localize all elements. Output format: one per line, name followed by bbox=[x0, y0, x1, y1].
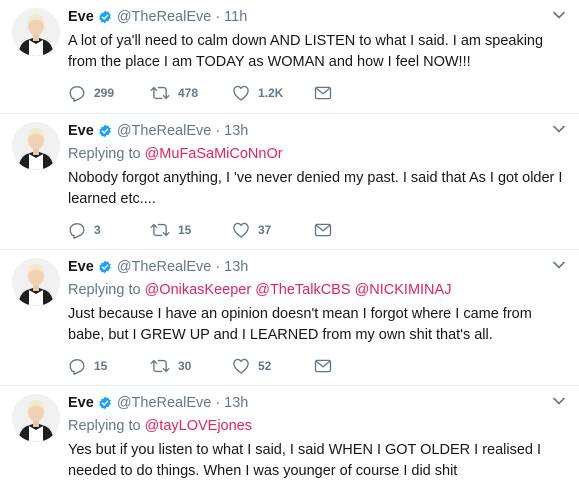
tweet[interactable]: Eve @TheRealEve · 11h A lot of ya'll need to… bbox=[0, 0, 579, 114]
like-count: 37 bbox=[258, 223, 272, 237]
author-handle[interactable]: @TheRealEve bbox=[117, 259, 212, 275]
tweet-header: Eve @TheRealEve · 13h bbox=[68, 394, 567, 412]
direct-message-button[interactable] bbox=[314, 85, 332, 101]
tweet-text: Yes but if you listen to what I said, I … bbox=[68, 442, 542, 479]
like-button[interactable]: 37 bbox=[232, 221, 314, 239]
avatar[interactable] bbox=[12, 122, 60, 170]
tweet[interactable]: Eve @TheRealEve · 13h Replying to @OnikasKee… bbox=[0, 250, 579, 386]
like-button[interactable]: 52 bbox=[232, 357, 314, 375]
timestamp[interactable]: 13h bbox=[224, 395, 248, 411]
timestamp[interactable]: 11h bbox=[224, 9, 247, 25]
author-name[interactable]: Eve bbox=[68, 9, 94, 25]
replying-to-label: Replying to bbox=[68, 146, 141, 162]
avatar-image bbox=[12, 122, 60, 170]
tweet-header: Eve @TheRealEve · 13h bbox=[68, 258, 567, 276]
reply-count: 299 bbox=[94, 86, 115, 100]
verified-badge-icon bbox=[98, 260, 112, 274]
avatar-image bbox=[12, 394, 60, 442]
heart-icon bbox=[232, 357, 250, 375]
author-name[interactable]: Eve bbox=[68, 395, 94, 411]
envelope-icon bbox=[314, 358, 332, 374]
tweet-header: Eve @TheRealEve · 11h bbox=[68, 8, 567, 26]
reply-icon bbox=[68, 84, 86, 102]
like-button[interactable]: 1.2K bbox=[232, 84, 314, 102]
verified-badge-icon bbox=[98, 10, 112, 24]
verified-badge-icon bbox=[98, 396, 112, 410]
avatar[interactable] bbox=[12, 8, 60, 56]
reply-button[interactable]: 3 bbox=[68, 221, 150, 239]
avatar[interactable] bbox=[12, 258, 60, 306]
reply-icon bbox=[68, 221, 86, 239]
mention-link[interactable]: @tayLOVEjones bbox=[145, 418, 252, 434]
mention-link[interactable]: @NICKIMINAJ bbox=[355, 282, 452, 298]
heart-icon bbox=[232, 221, 250, 239]
direct-message-button[interactable] bbox=[314, 222, 332, 238]
tweet-actions: 15 30 52 bbox=[68, 357, 567, 375]
tweet-content: Eve @TheRealEve · 13h Replying to @OnikasKee… bbox=[68, 258, 567, 375]
author-handle[interactable]: @TheRealEve bbox=[117, 123, 212, 139]
reply-button[interactable]: 299 bbox=[68, 84, 150, 102]
envelope-icon bbox=[314, 222, 332, 238]
author-name[interactable]: Eve bbox=[68, 123, 94, 139]
author-name[interactable]: Eve bbox=[68, 259, 94, 275]
tweet-header: Eve @TheRealEve · 13h bbox=[68, 122, 567, 140]
tweet-content: Eve @TheRealEve · 13h Replying to @MuFaSaMiC… bbox=[68, 122, 567, 239]
retweet-icon bbox=[150, 357, 170, 375]
tweet-text: A lot of ya'll need to calm down AND LIS… bbox=[68, 33, 544, 70]
separator-dot: · bbox=[215, 123, 221, 139]
envelope-icon bbox=[314, 85, 332, 101]
timestamp[interactable]: 13h bbox=[224, 259, 248, 275]
tweet-content: Eve @TheRealEve · 13h Replying to @tayLOVEjo… bbox=[68, 394, 567, 482]
retweet-button[interactable]: 478 bbox=[150, 84, 232, 102]
like-count: 1.2K bbox=[258, 86, 284, 100]
separator-dot: · bbox=[215, 9, 221, 25]
avatar-image bbox=[12, 258, 60, 306]
heart-icon bbox=[232, 84, 250, 102]
retweet-count: 478 bbox=[178, 86, 199, 100]
author-handle[interactable]: @TheRealEve bbox=[117, 9, 212, 25]
tweet-actions: 299 478 1.2K bbox=[68, 84, 567, 102]
like-count: 52 bbox=[258, 359, 272, 373]
chevron-down-icon[interactable] bbox=[551, 8, 567, 22]
timestamp[interactable]: 13h bbox=[224, 123, 248, 139]
reply-icon bbox=[68, 357, 86, 375]
replying-to: Replying to @MuFaSaMiCoNnOr bbox=[68, 145, 567, 163]
separator-dot: · bbox=[215, 395, 221, 411]
tweet-text: Just because I have an opinion doesn't m… bbox=[68, 306, 532, 343]
mention-link[interactable]: @MuFaSaMiCoNnOr bbox=[145, 146, 283, 162]
reply-count: 3 bbox=[94, 223, 101, 237]
mention-link[interactable]: @OnikasKeeper bbox=[145, 282, 252, 298]
reply-button[interactable]: 15 bbox=[68, 357, 150, 375]
chevron-down-icon[interactable] bbox=[551, 394, 567, 408]
replying-to: Replying to @tayLOVEjones bbox=[68, 417, 567, 435]
retweet-icon bbox=[150, 221, 170, 239]
tweet[interactable]: Eve @TheRealEve · 13h Replying to @tayLOVEjo… bbox=[0, 386, 579, 489]
avatar[interactable] bbox=[12, 394, 60, 442]
replying-to-label: Replying to bbox=[68, 282, 141, 298]
replying-to: Replying to @OnikasKeeper @TheTalkCBS @N… bbox=[68, 281, 567, 299]
retweet-count: 30 bbox=[178, 359, 192, 373]
avatar-image bbox=[12, 8, 60, 56]
tweet-text: Nobody forgot anything, I 've never deni… bbox=[68, 170, 563, 207]
retweet-button[interactable]: 30 bbox=[150, 357, 232, 375]
tweet-feed: Eve @TheRealEve · 11h A lot of ya'll need to… bbox=[0, 0, 579, 489]
chevron-down-icon[interactable] bbox=[551, 258, 567, 272]
retweet-count: 15 bbox=[178, 223, 192, 237]
reply-count: 15 bbox=[94, 359, 108, 373]
retweet-button[interactable]: 15 bbox=[150, 221, 232, 239]
retweet-icon bbox=[150, 84, 170, 102]
tweet[interactable]: Eve @TheRealEve · 13h Replying to @MuFaSaMiC… bbox=[0, 114, 579, 250]
mention-link[interactable]: @TheTalkCBS bbox=[255, 282, 350, 298]
separator-dot: · bbox=[215, 259, 221, 275]
replying-to-label: Replying to bbox=[68, 418, 141, 434]
direct-message-button[interactable] bbox=[314, 358, 332, 374]
author-handle[interactable]: @TheRealEve bbox=[117, 395, 212, 411]
verified-badge-icon bbox=[98, 124, 112, 138]
chevron-down-icon[interactable] bbox=[551, 122, 567, 136]
tweet-actions: 3 15 37 bbox=[68, 221, 567, 239]
tweet-content: Eve @TheRealEve · 11h A lot of ya'll need to… bbox=[68, 8, 567, 102]
